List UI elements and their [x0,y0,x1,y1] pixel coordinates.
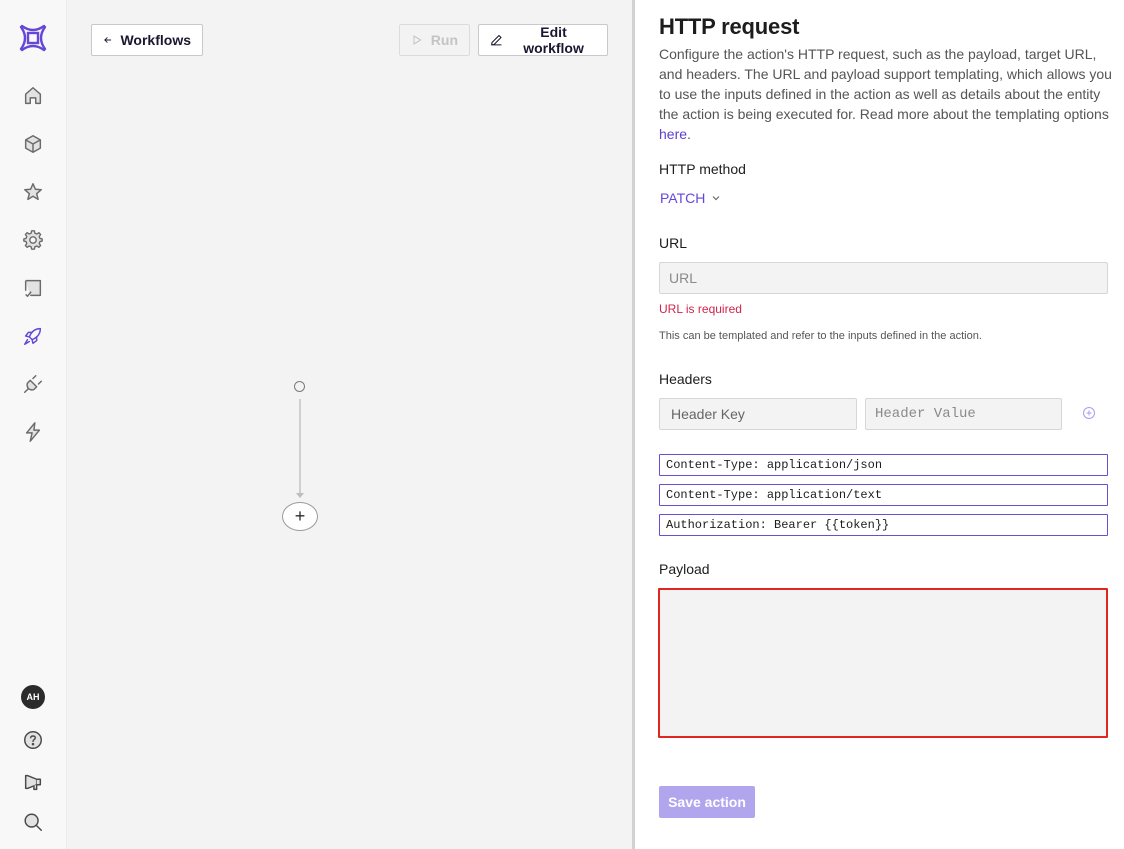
back-label: Workflows [120,32,191,48]
run-button[interactable]: Run [399,24,470,56]
payload-textarea[interactable] [658,588,1108,738]
url-input[interactable]: URL [659,262,1108,294]
description-end: . [687,126,691,142]
url-label: URL [659,235,688,251]
description-text: Configure the action's HTTP request, suc… [659,46,1112,122]
gear-icon [23,230,43,250]
app-root: AH Workflows Run Edit workflow + HTTP re… [0,0,1124,849]
http-method-label: HTTP method [659,161,746,177]
http-method-select[interactable]: PATCH [660,190,721,206]
header-row[interactable]: Authorization: Bearer {{token}} [659,514,1108,536]
templating-docs-link[interactable]: here [659,126,687,142]
header-row[interactable]: Content-Type: application/text [659,484,1108,506]
run-label: Run [430,32,458,48]
url-error-message: URL is required [659,302,742,316]
http-request-panel: HTTP request Configure the action's HTTP… [635,0,1124,849]
cube-icon [24,135,42,153]
lightning-icon [25,422,41,442]
panel-description: Configure the action's HTTP request, suc… [659,44,1115,144]
sidebar-item-automations[interactable] [19,418,47,446]
headers-label: Headers [659,371,712,387]
header-key-input[interactable]: Header Key [659,398,857,430]
search-icon [24,813,42,831]
plug-icon [24,375,42,393]
workflow-start-node[interactable] [294,381,305,392]
sidebar-item-integrations[interactable] [19,370,47,398]
avatar[interactable]: AH [21,685,45,709]
workflow-edge [299,399,301,493]
pencil-icon [491,34,502,46]
arrow-left-icon [104,37,112,43]
checkbox-icon [24,279,42,297]
url-help-text: This can be templated and refer to the i… [659,330,982,342]
search-button[interactable] [19,808,47,836]
home-icon [24,87,42,105]
payload-label: Payload [659,561,710,577]
back-to-workflows-button[interactable]: Workflows [91,24,203,56]
star-icon [24,183,42,201]
sidebar-item-workflows[interactable] [19,322,47,350]
add-node-button[interactable]: + [282,502,318,531]
edit-workflow-button[interactable]: Edit workflow [478,24,608,56]
save-action-button[interactable]: Save action [659,786,755,818]
header-row[interactable]: Content-Type: application/json [659,454,1108,476]
sidebar-item-favorites[interactable] [19,178,47,206]
megaphone-icon [24,774,42,791]
brand-logo-icon[interactable] [17,22,49,54]
rocket-icon [24,327,42,345]
sidebar-item-tasks[interactable] [19,274,47,302]
sidebar-item-settings[interactable] [19,226,47,254]
help-icon [24,731,42,749]
edit-label: Edit workflow [523,24,584,56]
announcements-button[interactable] [19,768,47,796]
header-value-input[interactable]: Header Value [865,398,1062,430]
panel-title: HTTP request [659,14,800,39]
workflow-canvas[interactable]: Workflows Run Edit workflow + [67,0,632,849]
help-button[interactable] [19,726,47,754]
http-method-value: PATCH [660,190,706,206]
play-icon [413,35,422,45]
sidebar-item-catalog[interactable] [19,130,47,158]
sidebar-item-home[interactable] [19,82,47,110]
edge-arrow-icon [296,493,304,498]
add-header-icon[interactable] [1082,406,1096,420]
sidebar: AH [0,0,67,849]
chevron-down-icon [712,196,720,201]
